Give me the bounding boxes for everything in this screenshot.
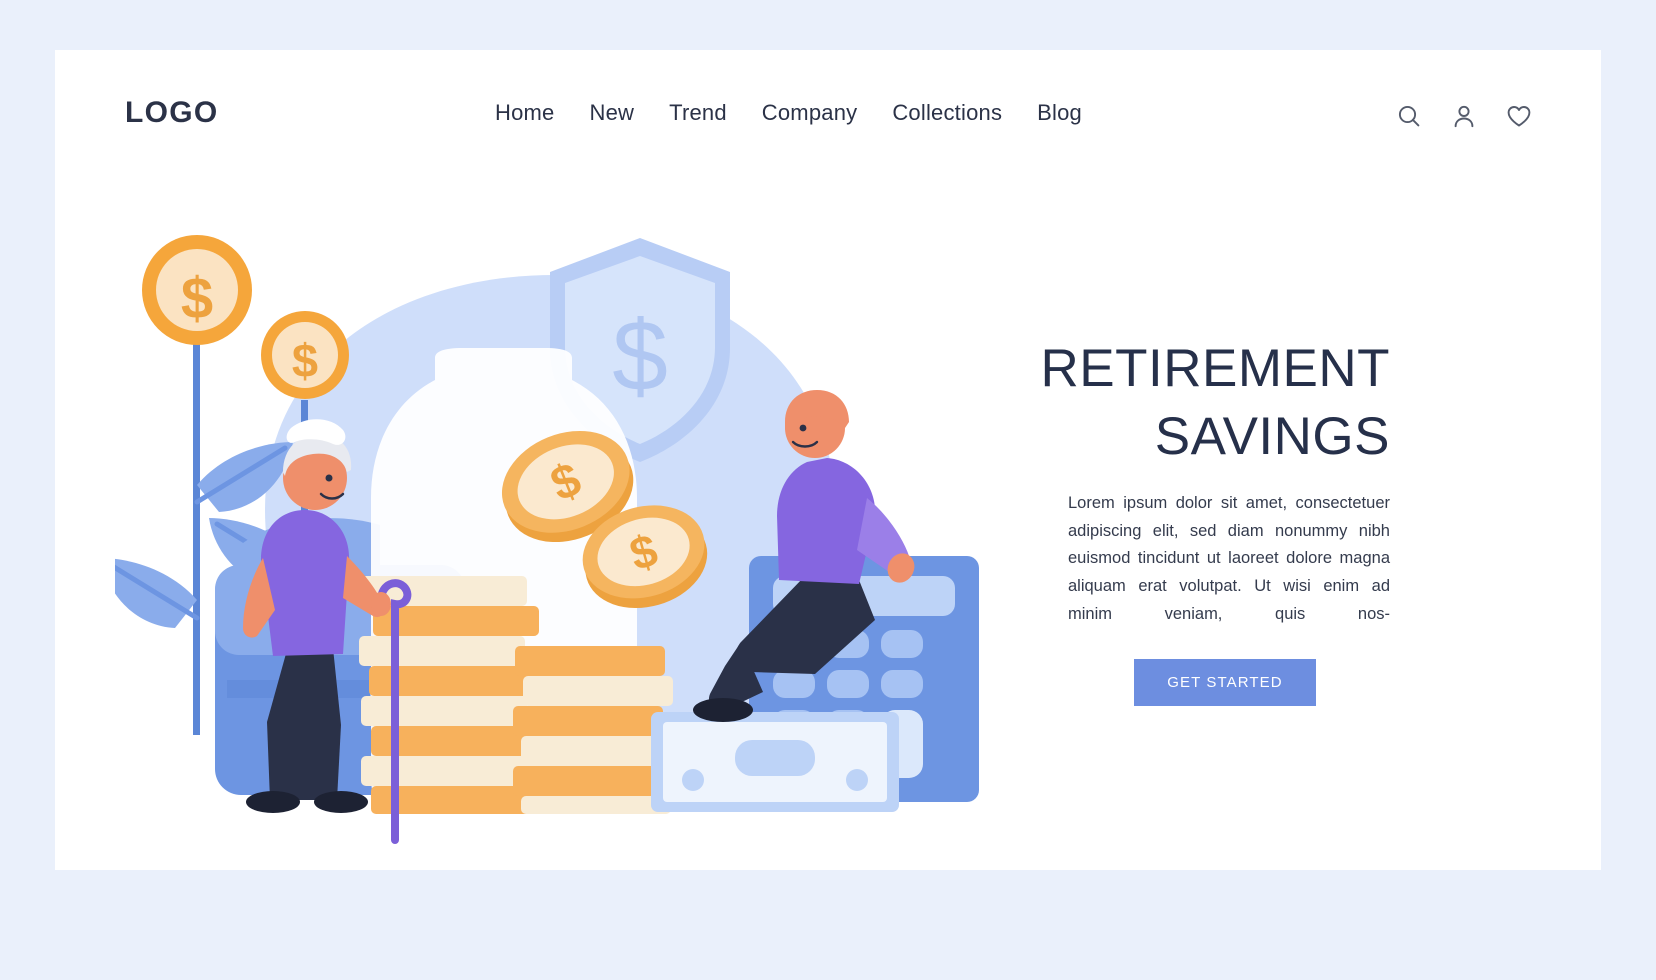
heart-icon[interactable] [1505,102,1533,130]
logo[interactable]: LOGO [125,96,219,130]
nav-item-trend[interactable]: Trend [669,100,727,126]
hero-description: Lorem ipsum dolor sit amet, consectetuer… [1068,493,1390,624]
svg-text:$: $ [181,266,213,331]
site-header: LOGO Home New Trend Company Collections … [55,50,1601,190]
page-root: LOGO Home New Trend Company Collections … [0,0,1656,980]
page-title: RETIREMENT SAVINGS [1040,339,1390,467]
svg-text:$: $ [292,334,318,387]
user-icon[interactable] [1450,102,1478,130]
hero-content: RETIREMENT SAVINGS Lorem ipsum dolor sit… [1030,335,1390,707]
nav-item-company[interactable]: Company [762,100,858,126]
landing-page-card: LOGO Home New Trend Company Collections … [55,50,1601,870]
banknote [651,712,899,812]
search-icon[interactable] [1395,102,1423,130]
get-started-button[interactable]: GET STARTED [1134,659,1316,707]
coin-stack-right [513,646,673,814]
nav-item-blog[interactable]: Blog [1037,100,1082,126]
nav-item-collections[interactable]: Collections [892,100,1002,126]
nav-item-home[interactable]: Home [495,100,555,126]
main-navigation: Home New Trend Company Collections Blog [495,100,1082,126]
nav-item-new[interactable]: New [590,100,635,126]
svg-text:$: $ [612,300,668,412]
header-actions [1395,102,1533,130]
cta-container: GET STARTED [1030,659,1390,707]
hero-illustration: $ $ $ $ $ [115,180,1015,870]
